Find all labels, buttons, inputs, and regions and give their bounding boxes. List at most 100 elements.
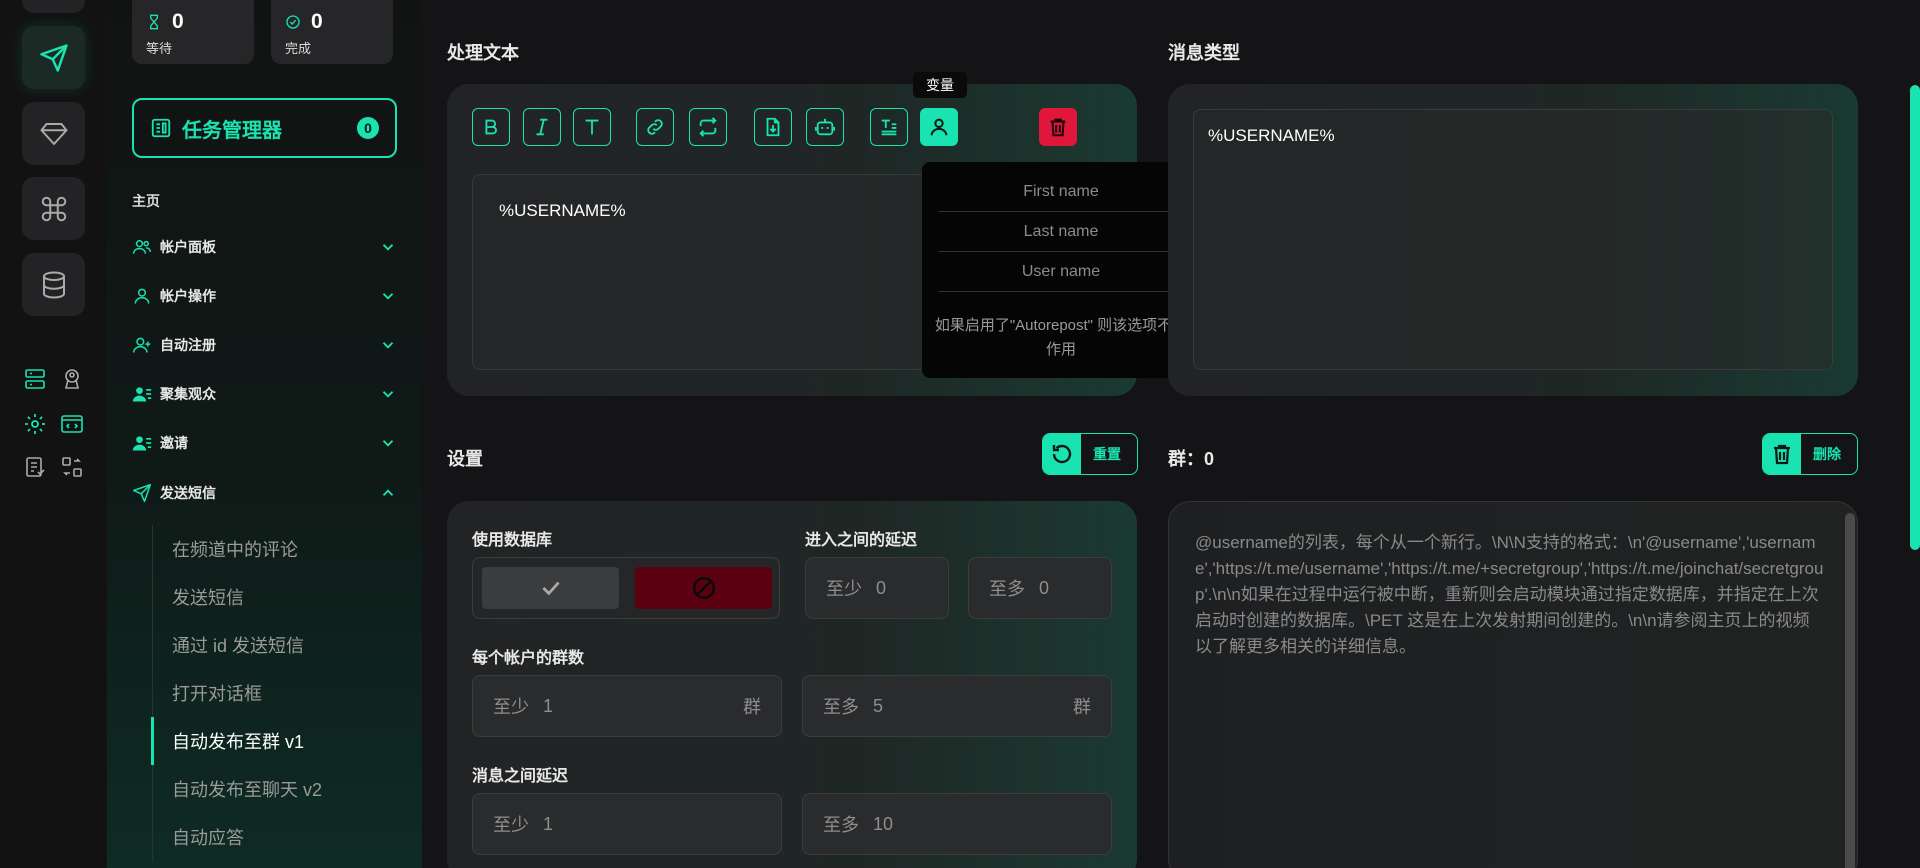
user-list-icon [132, 436, 152, 451]
msg-delay-min-label: 至少 [493, 815, 529, 835]
check-icon [541, 581, 560, 596]
nav-account-actions[interactable]: 帐户操作 [132, 281, 397, 311]
nav-invite[interactable]: 邀请 [132, 428, 397, 458]
groups-min-value: 1 [543, 695, 554, 716]
nav-label: 发送短信 [160, 485, 216, 501]
chevron-down-icon [382, 342, 394, 349]
nav-label: 帐户操作 [160, 288, 216, 304]
variable-last-name[interactable]: Last name [938, 212, 1184, 252]
sub-item-open-dialog[interactable]: 打开对话框 [153, 669, 402, 717]
stat-done: 0 完成 [271, 0, 393, 64]
sub-item-send-sms[interactable]: 发送短信 [153, 573, 402, 621]
nav-gather-audience[interactable]: 聚集观众 [132, 379, 397, 409]
task-board-icon [151, 118, 171, 138]
variable-user-name[interactable]: User name [938, 252, 1184, 292]
nav-home[interactable]: 主页 [132, 191, 160, 211]
join-delay-min-value: 0 [876, 577, 887, 598]
text-editor[interactable]: %USERNAME% [472, 174, 972, 370]
clear-text-button[interactable] [1039, 108, 1077, 146]
variables-dropdown: First name Last name User name 如果启用了"Aut… [922, 162, 1198, 378]
use-db-yes[interactable] [482, 567, 619, 609]
variable-first-name[interactable]: First name [938, 172, 1184, 212]
variables-button[interactable] [920, 108, 958, 146]
sub-item-send-by-id[interactable]: 通过 id 发送短信 [153, 621, 402, 669]
swap-icon[interactable] [58, 453, 86, 481]
use-db-no[interactable] [635, 567, 772, 609]
user-pin-icon[interactable] [58, 365, 86, 393]
italic-button[interactable] [523, 108, 561, 146]
reset-button[interactable]: 重置 [1042, 433, 1138, 475]
reset-label: 重置 [1093, 446, 1121, 462]
nav-send-sms[interactable]: 发送短信 [132, 478, 397, 508]
link-button[interactable] [636, 108, 674, 146]
text-style-button[interactable] [573, 108, 611, 146]
repeat-icon [699, 117, 717, 137]
page-scrollbar[interactable] [1910, 85, 1920, 550]
stat-done-label: 完成 [285, 41, 312, 56]
message-preview[interactable]: %USERNAME% [1193, 109, 1833, 370]
bot-button[interactable] [806, 108, 844, 146]
diamond-icon[interactable] [22, 102, 85, 165]
msg-delay-max-input[interactable]: 至多 10 [802, 793, 1112, 855]
groups-placeholder: @username的列表，每个从一个新行。\N\N支持的格式：\n'@usern… [1195, 533, 1824, 656]
msg-delay-min-input[interactable]: 至少 1 [472, 793, 782, 855]
chevron-down-icon [382, 391, 394, 398]
file-import-icon [766, 117, 780, 137]
italic-icon [536, 118, 548, 136]
nav-label: 自动注册 [160, 337, 216, 353]
groups-textarea[interactable]: @username的列表，每个从一个新行。\N\N支持的格式：\n'@usern… [1168, 501, 1858, 868]
bold-icon [485, 119, 497, 135]
text-section-title: 处理文本 [447, 43, 519, 63]
sub-item-autopost-chats[interactable]: 自动发布至聊天 v2 [153, 765, 402, 813]
msg-delay-label: 消息之间延迟 [472, 768, 569, 785]
join-delay-max-input[interactable]: 至多 0 [968, 557, 1112, 619]
sidebar: 0 等待 0 完成 任务管理器 0 主页 帐户面板 帐户操作 自动注册 聚集观众 [107, 0, 422, 868]
task-manager-button[interactable]: 任务管理器 0 [132, 98, 397, 158]
groups-min-input[interactable]: 至少 1 群 [472, 675, 782, 737]
import-file-button[interactable] [754, 108, 792, 146]
sub-item-autopost-groups[interactable]: 自动发布至群 v1 [151, 717, 402, 765]
groups-max-input[interactable]: 至多 5 群 [802, 675, 1112, 737]
robot-icon [814, 118, 836, 136]
stat-waiting: 0 等待 [132, 0, 254, 64]
server-list-icon[interactable] [21, 365, 49, 393]
text-format-button[interactable] [870, 108, 908, 146]
user-list-icon [132, 387, 152, 402]
users-icon [132, 240, 152, 254]
join-delay-label: 进入之间的延迟 [805, 532, 918, 549]
repeat-button[interactable] [689, 108, 727, 146]
command-icon[interactable] [22, 177, 85, 240]
code-window-icon[interactable] [58, 410, 86, 438]
checklist-icon[interactable] [21, 453, 49, 481]
nav-label: 聚集观众 [160, 386, 216, 402]
groups-min-unit: 群 [743, 697, 761, 717]
user-icon [134, 288, 150, 304]
groups-min-label: 至少 [493, 697, 529, 717]
rail-button-top[interactable] [22, 0, 85, 13]
database-icon[interactable] [22, 253, 85, 316]
user-icon [930, 118, 948, 136]
nav-submenu: 在频道中的评论 发送短信 通过 id 发送短信 打开对话框 自动发布至群 v1 … [151, 525, 402, 861]
bold-button[interactable] [472, 108, 510, 146]
stat-waiting-value: 0 [172, 10, 184, 33]
nav-auto-register[interactable]: 自动注册 [132, 330, 397, 360]
nav-account-panel[interactable]: 帐户面板 [132, 232, 397, 262]
delete-groups-button[interactable]: 删除 [1762, 433, 1858, 475]
use-db-label: 使用数据库 [472, 532, 553, 549]
gear-icon[interactable] [21, 410, 49, 438]
send-icon[interactable] [22, 26, 85, 89]
join-delay-min-input[interactable]: 至少 0 [805, 557, 949, 619]
msg-delay-max-label: 至多 [823, 815, 859, 835]
groups-max-unit: 群 [1073, 697, 1091, 717]
sub-item-channel-comments[interactable]: 在频道中的评论 [153, 525, 402, 573]
task-manager-label: 任务管理器 [182, 119, 282, 142]
chevron-down-icon [382, 244, 394, 251]
trash-icon [1774, 444, 1790, 465]
reset-icon [1052, 444, 1072, 464]
chevron-down-icon [382, 293, 394, 300]
stat-waiting-label: 等待 [146, 41, 173, 56]
sub-item-auto-reply[interactable]: 自动应答 [153, 813, 402, 861]
message-preview-content: %USERNAME% [1208, 126, 1335, 145]
trash-icon [1050, 118, 1066, 137]
groups-scrollbar[interactable] [1845, 513, 1855, 868]
